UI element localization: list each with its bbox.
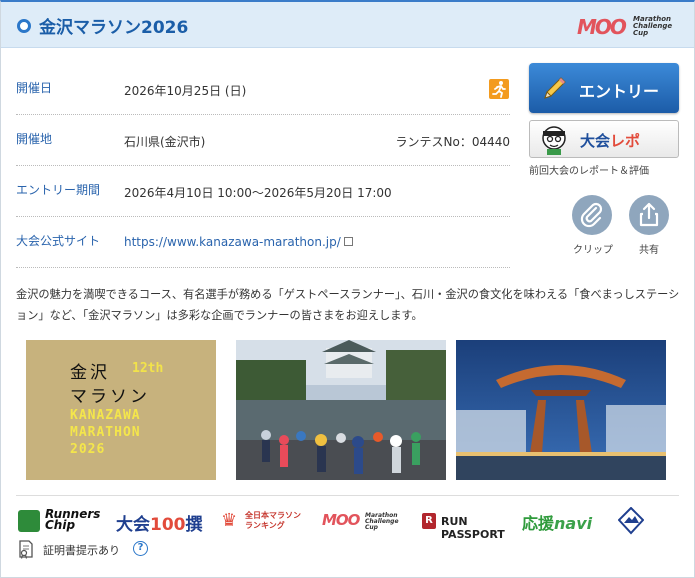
website-label: 大会公式サイト (16, 234, 101, 248)
divider (16, 495, 679, 496)
badge-strip: Runners Chip 大会100撰 ♛ 全日本マラソン ランキング MOO Ma… (16, 506, 681, 541)
moo-badge[interactable]: MOO Marathon Challenge Cup (322, 507, 408, 537)
ring-icon (17, 19, 31, 33)
zenkoku-a: 全日本マラソン (245, 511, 301, 520)
event-poster-image: 金沢 12th マラソン KANAZAWA MARATHON 2026 (26, 340, 216, 480)
certificate-text: 証明書提示あり (43, 544, 120, 557)
poster-line4: MARATHON (70, 425, 141, 440)
info-row-date: 開催日 2026年10月25日 (日) (16, 64, 510, 115)
poster-line2: マラソン (70, 387, 150, 407)
event-title: 金沢マラソン2026 (39, 18, 189, 38)
entry-button[interactable]: エントリー (529, 63, 679, 113)
runners-chip-icon (18, 510, 40, 532)
zenkoku-b: ランキング (245, 521, 285, 530)
entry-button-label: エントリー (579, 82, 660, 101)
ouen-navi-badge[interactable]: 応援navi (522, 510, 612, 540)
share-icon (639, 202, 659, 227)
date-value: 2026年10月25日 (日) (124, 84, 247, 98)
taikai-100-b: 撰 (185, 515, 203, 535)
external-link-icon (343, 237, 353, 246)
entry-period-label: エントリー期間 (16, 183, 101, 197)
runners-chip-text: Runners Chip (45, 508, 100, 532)
poster-line3: KANAZAWA (70, 408, 141, 423)
event-info-table: 開催日 2026年10月25日 (日) 開催地 石川県(金沢市) ランテスNo：… (16, 64, 510, 268)
event-header: 金沢マラソン2026 MOO Marathon Challenge Cup (1, 2, 694, 48)
moo-badge-text: Marathon Challenge Cup (365, 512, 399, 531)
report-label-b: レポ (610, 132, 641, 150)
report-button[interactable]: 大会レポ (529, 120, 679, 158)
info-row-entry-period: エントリー期間 2026年4月10日 10:00〜2026年5月20日 17:0… (16, 166, 510, 217)
clip-button[interactable] (572, 195, 612, 235)
paperclip-icon (580, 202, 603, 228)
pencil-icon (544, 77, 566, 99)
website-link[interactable]: https://www.kanazawa-marathon.jp/ (124, 235, 341, 249)
moo-logo: MOO Marathon Challenge Cup (577, 14, 681, 39)
ouen-a: 応援 (522, 514, 555, 533)
run-passport-badge[interactable]: R RUN PASSPORT (422, 507, 506, 541)
runner-face-icon (542, 126, 566, 155)
date-label: 開催日 (16, 81, 53, 95)
report-label-a: 大会 (580, 132, 611, 150)
zenkoku-ranking-text: 全日本マラソン ランキング (245, 511, 301, 531)
share-label: 共有 (639, 245, 659, 256)
certificate-note: 証明書提示あり ? (16, 538, 216, 560)
run-passport-text: RUN PASSPORT (441, 515, 505, 541)
event-card: 金沢マラソン2026 MOO Marathon Challenge Cup 開催… (0, 0, 695, 578)
share-button[interactable] (629, 195, 669, 235)
event-description: 金沢の魅力を満喫できるコース、有名選手が務める「ゲストペースランナー」、石川・金… (16, 288, 680, 322)
help-icon[interactable]: ? (133, 541, 148, 556)
report-button-label: 大会レポ (580, 130, 640, 151)
crown-icon: ♛ (221, 510, 238, 531)
certificate-icon (19, 540, 33, 559)
info-row-venue: 開催地 石川県(金沢市) ランテスNo：04440 (16, 115, 510, 166)
poster-line5: 2026 (70, 442, 106, 457)
runners-chip-b: Chip (45, 518, 76, 532)
poster-edition: 12th (132, 361, 164, 376)
website-link-wrap: https://www.kanazawa-marathon.jp/ (124, 235, 353, 249)
venue-value: 石川県(金沢市) (124, 135, 206, 149)
poster-line1: 金沢 (70, 363, 110, 383)
entry-period-value: 2026年4月10日 10:00〜2026年5月20日 17:00 (124, 186, 392, 200)
info-row-website: 大会公式サイト https://www.kanazawa-marathon.jp… (16, 217, 510, 268)
taikai-100-a: 大会 (116, 515, 150, 535)
mountain-badge-icon[interactable] (617, 506, 645, 537)
runners-castle-photo (236, 340, 446, 480)
runtes-number: ランテスNo：04440 (395, 135, 511, 149)
tsuzumi-gate-photo (456, 340, 666, 480)
run-passport-icon: R (422, 513, 436, 529)
moo-logo-mark: MOO (577, 15, 627, 39)
taikai-100-badge[interactable]: 大会100撰 (116, 510, 208, 540)
ouen-b: navi (554, 514, 593, 533)
venue-label: 開催地 (16, 132, 53, 146)
poster-english: KANAZAWA MARATHON 2026 (70, 407, 141, 458)
moo-badge-mark: MOO (322, 511, 360, 529)
report-caption: 前回大会のレポート＆評価 (529, 166, 649, 177)
taikai-100-num: 100 (150, 515, 186, 535)
zenkoku-ranking-badge[interactable]: ♛ 全日本マラソン ランキング (221, 507, 311, 537)
clip-label: クリップ (573, 245, 613, 256)
moo-logo-text: Marathon Challenge Cup (633, 15, 673, 37)
running-icon (489, 79, 509, 99)
runners-chip-badge[interactable]: Runners Chip (18, 507, 112, 537)
